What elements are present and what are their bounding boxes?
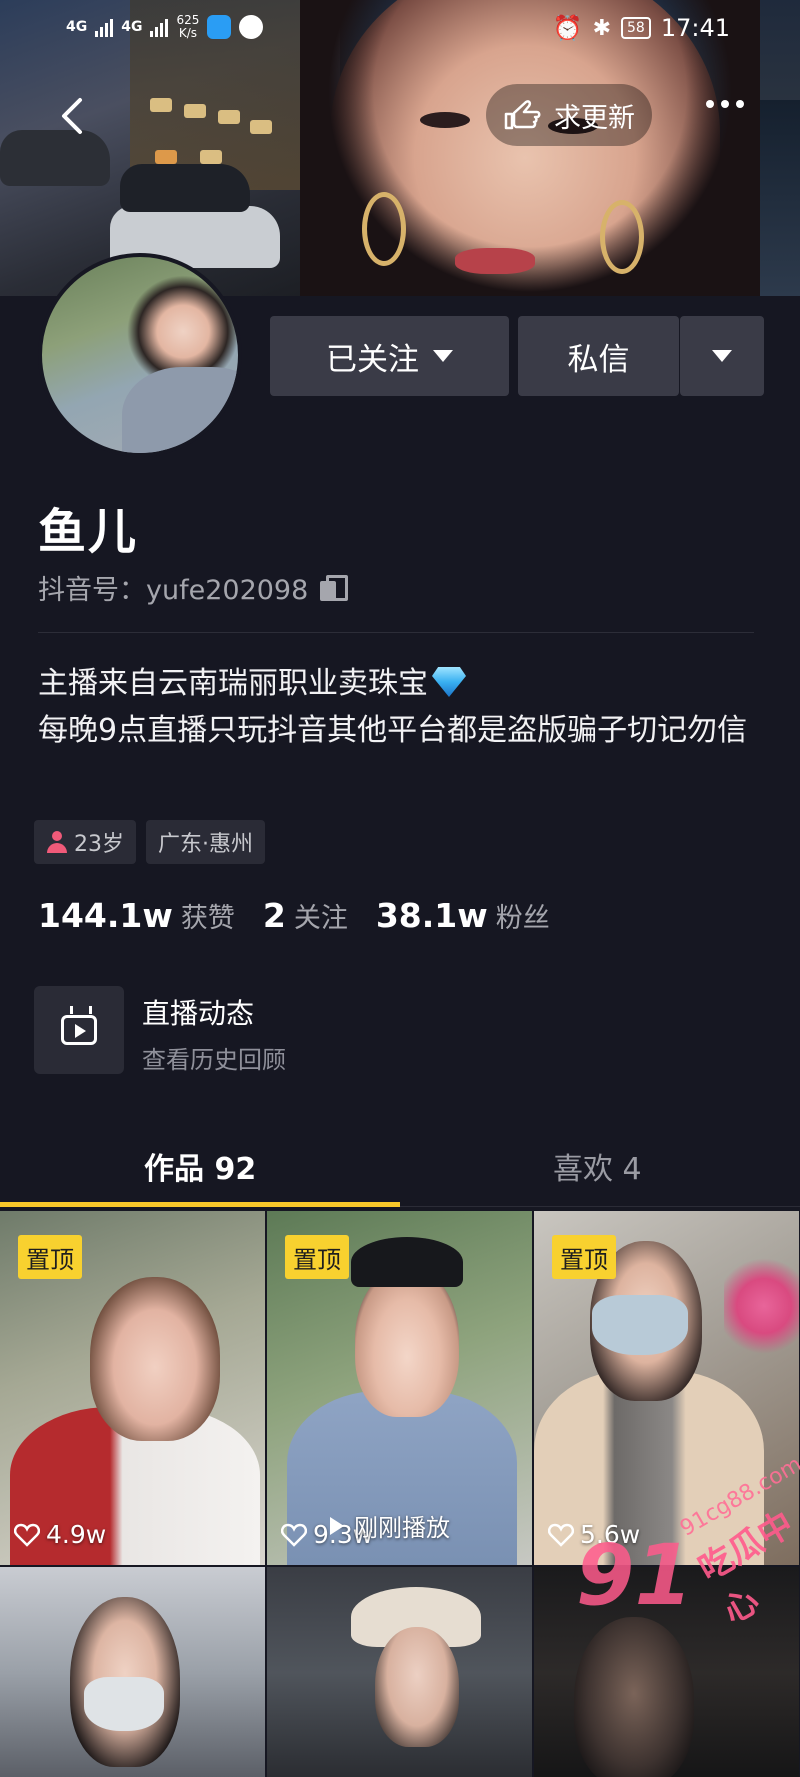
copy-icon[interactable]	[320, 574, 349, 601]
network-speed-unit: K/s	[178, 26, 197, 40]
douyin-id-row[interactable]: 抖音号：yufe202098	[38, 568, 349, 607]
live-icon-box	[34, 986, 124, 1074]
live-updates-subtitle: 查看历史回顾	[142, 1046, 286, 1074]
caret-down-icon	[712, 350, 732, 362]
just-played-label: 刚刚播放	[354, 1514, 450, 1542]
fans-count: 38.1w	[375, 896, 488, 935]
following-count: 2	[262, 896, 286, 935]
play-icon	[330, 1516, 344, 1535]
alarm-icon: ⏰	[552, 14, 583, 42]
network-speed-value: 625	[176, 13, 200, 27]
likes-label: 获赞	[180, 903, 235, 934]
qq-icon	[239, 15, 264, 39]
request-update-button[interactable]: 求更新	[486, 84, 652, 146]
divider	[38, 632, 754, 633]
bio-line-1: 主播来自云南瑞丽职业卖珠宝	[38, 660, 778, 707]
heart-icon	[281, 1523, 307, 1547]
video-likes-count: 4.9w	[46, 1520, 107, 1549]
recommend-dropdown-button[interactable]	[680, 316, 764, 396]
just-played-indicator: 刚刚播放	[330, 1508, 450, 1543]
caret-down-icon	[433, 350, 453, 362]
pinned-badge: 置顶	[18, 1235, 82, 1279]
live-updates-entry[interactable]: 直播动态 查看历史回顾	[34, 986, 754, 1076]
more-options-button[interactable]	[706, 100, 744, 108]
female-icon	[46, 831, 68, 853]
douyin-id: 抖音号：yufe202098	[38, 575, 309, 606]
bluetooth-icon: ✱	[592, 15, 611, 41]
profile-stats: 144.1w 获赞 2 关注 38.1w 粉丝	[38, 896, 578, 935]
tab-likes[interactable]: 喜欢 4	[553, 1144, 642, 1188]
network-4g-label-2: 4G	[121, 19, 143, 35]
heart-icon	[14, 1523, 40, 1547]
pinned-badge: 置顶	[552, 1235, 616, 1279]
clock: 17:41	[660, 14, 730, 42]
age-tag: 23岁	[34, 820, 136, 864]
followed-label: 已关注	[326, 341, 419, 378]
likes-count: 144.1w	[38, 896, 173, 935]
video-thumbnail[interactable]: 置顶 4.9w	[0, 1211, 265, 1565]
followed-button[interactable]: 已关注	[270, 316, 509, 396]
tv-play-icon	[61, 1015, 97, 1045]
signal-icon-2	[150, 17, 169, 37]
network-4g-label: 4G	[66, 19, 88, 35]
back-chevron-icon	[62, 98, 82, 134]
bio-line-2: 每晚9点直播只玩抖音其他平台都是盗版骗子切记勿信	[38, 713, 748, 748]
battery-indicator: 58	[621, 17, 651, 39]
fans-stat[interactable]: 38.1w 粉丝	[376, 896, 550, 935]
message-label: 私信	[567, 341, 630, 378]
pointing-hand-icon	[504, 100, 541, 130]
video-thumbnail[interactable]	[0, 1567, 265, 1777]
avatar[interactable]	[38, 253, 242, 457]
watermark-logo: 91 91cg88.com 吃瓜中心	[568, 1452, 800, 1632]
pinned-badge: 置顶	[285, 1235, 349, 1279]
message-button[interactable]: 私信	[518, 316, 679, 396]
video-thumbnail[interactable]	[267, 1567, 532, 1777]
live-updates-title: 直播动态	[142, 997, 255, 1030]
following-stat[interactable]: 2 关注	[263, 896, 348, 935]
location-tag: 广东·惠州	[146, 820, 265, 864]
profile-bio: 主播来自云南瑞丽职业卖珠宝 每晚9点直播只玩抖音其他平台都是盗版骗子切记勿信	[38, 660, 778, 754]
bio-line-1-text: 主播来自云南瑞丽职业卖珠宝	[38, 666, 428, 701]
request-update-label: 求更新	[554, 102, 635, 134]
gem-icon	[432, 667, 466, 697]
profile-name: 鱼儿	[38, 504, 139, 560]
signal-icon	[95, 17, 114, 37]
profile-tags: 23岁 广东·惠州	[34, 820, 265, 864]
app-notification-icon	[207, 15, 232, 39]
tab-active-indicator	[0, 1202, 400, 1207]
network-speed: 625 K/s	[176, 14, 199, 40]
watermark-number: 91	[576, 1526, 693, 1624]
back-button[interactable]	[54, 96, 90, 136]
age-tag-label: 23岁	[74, 832, 124, 857]
likes-stat[interactable]: 144.1w 获赞	[38, 896, 235, 935]
following-label: 关注	[293, 903, 348, 934]
content-tabs: 作品 92 喜欢 4	[0, 1120, 800, 1210]
location-tag-label: 广东·惠州	[158, 832, 253, 857]
tab-works[interactable]: 作品 92	[144, 1144, 256, 1188]
video-likes: 4.9w	[14, 1520, 106, 1549]
status-bar: 4G 4G 625 K/s ⏰ ✱ 58 17:41	[0, 0, 800, 58]
fans-label: 粉丝	[495, 903, 550, 934]
